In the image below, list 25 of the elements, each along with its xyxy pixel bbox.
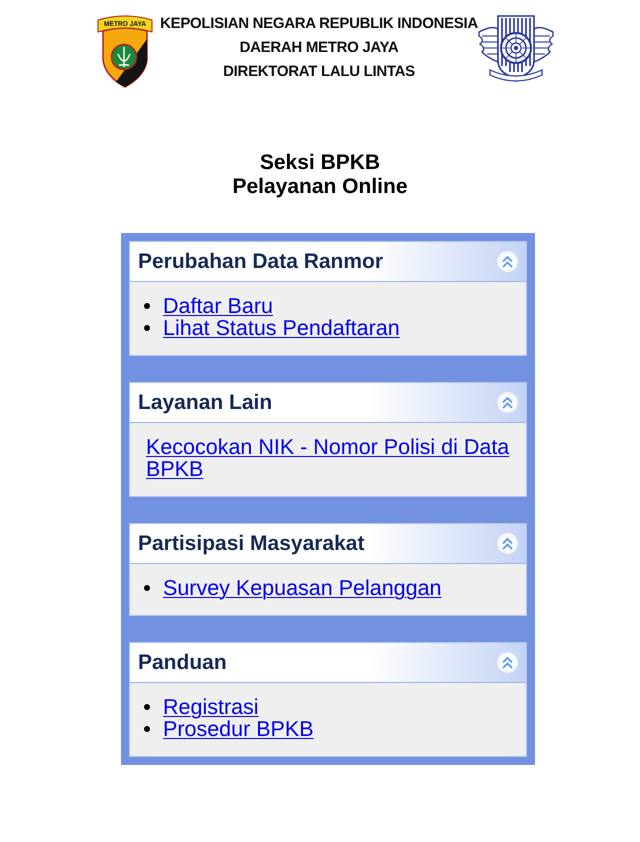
header-heading: DAERAH METRO JAYA [240, 38, 398, 58]
page-title: Seksi BPKB Pelayanan Online [232, 151, 408, 199]
service-link[interactable]: Survey Kepuasan Pelanggan [163, 577, 442, 599]
service-link[interactable]: Registrasi [163, 696, 259, 718]
bullet-icon [144, 585, 150, 591]
header-heading: DIREKTORAT LALU LINTAS [223, 62, 415, 82]
collapse-button[interactable] [496, 532, 519, 555]
round-emblem-icon [110, 44, 138, 70]
service-link[interactable]: Lihat Status Pendaftaran [163, 317, 400, 339]
collapse-button[interactable] [496, 391, 519, 414]
section-title: Panduan [138, 650, 227, 676]
collapse-button[interactable] [496, 651, 519, 674]
section-title: Layanan Lain [138, 390, 272, 416]
ribbon-banner [98, 16, 152, 32]
bullet-icon [144, 704, 150, 710]
service-link[interactable]: Daftar Baru [163, 295, 273, 317]
service-link[interactable]: Prosedur BPKB [163, 718, 314, 740]
section-title: Partisipasi Masyarakat [138, 530, 364, 557]
collapse-button[interactable] [496, 250, 519, 273]
bullet-icon [144, 303, 150, 309]
bullet-icon [144, 726, 150, 732]
section-title: Perubahan Data Ranmor [138, 248, 384, 275]
header-heading: KEPOLISIAN NEGARA REPUBLIK INDONESIA [160, 14, 478, 34]
bullet-icon [144, 325, 150, 331]
service-link[interactable]: Kecocokan NIK - Nomor Polisi di Data BPKB [146, 436, 516, 480]
